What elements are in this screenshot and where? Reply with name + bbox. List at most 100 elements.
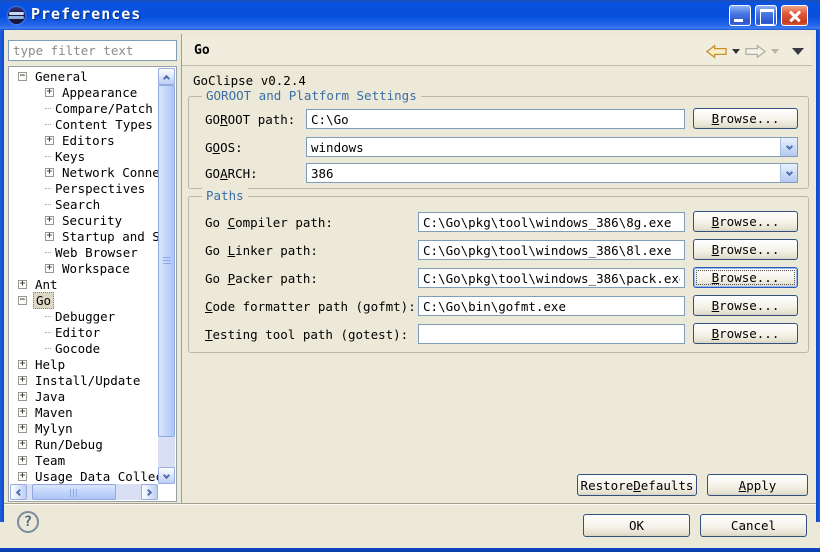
go-linker-browse-button[interactable]: Browse... xyxy=(693,239,798,260)
tree-connector xyxy=(45,108,51,109)
tree-item-ant[interactable]: +Ant xyxy=(10,276,158,292)
ok-button[interactable]: OK xyxy=(583,514,690,537)
tree-item-maven[interactable]: +Maven xyxy=(10,404,158,420)
back-arrow-icon[interactable] xyxy=(706,44,727,59)
tree-item-compare-patch[interactable]: Compare/Patch xyxy=(10,100,158,116)
horizontal-scroll-thumb[interactable] xyxy=(32,484,116,500)
title-bar[interactable]: Preferences xyxy=(0,0,820,30)
tree-item-startup-and-shu[interactable]: +Startup and Shu xyxy=(10,228,158,244)
tree-item-team[interactable]: +Team xyxy=(10,452,158,468)
tree-item-appearance[interactable]: +Appearance xyxy=(10,84,158,100)
tree-item-label: Java xyxy=(33,389,67,404)
expand-icon[interactable]: + xyxy=(45,168,54,177)
tree-item-content-types[interactable]: Content Types xyxy=(10,116,158,132)
expand-icon[interactable]: + xyxy=(18,440,27,449)
chevron-down-icon[interactable] xyxy=(780,138,797,156)
expand-icon[interactable]: + xyxy=(18,392,27,401)
expand-icon[interactable]: + xyxy=(18,424,27,433)
collapse-icon[interactable]: − xyxy=(18,296,27,305)
tree-item-mylyn[interactable]: +Mylyn xyxy=(10,420,158,436)
vertical-scroll-thumb[interactable] xyxy=(158,85,175,437)
tree-item-label: Editors xyxy=(60,133,117,148)
tree-item-label: Keys xyxy=(53,149,87,164)
scroll-down-icon[interactable] xyxy=(158,467,175,484)
back-menu-icon[interactable] xyxy=(732,49,740,54)
tree-item-label: Help xyxy=(33,357,67,372)
minimize-button[interactable] xyxy=(729,5,751,26)
window-border-right xyxy=(816,0,820,522)
go-linker-path-input[interactable] xyxy=(418,240,685,260)
tree-item-go[interactable]: −Go xyxy=(10,292,158,308)
go-compiler-path-input[interactable] xyxy=(418,212,685,232)
expand-icon[interactable]: + xyxy=(45,136,54,145)
tree-item-label: Usage Data Collect xyxy=(33,469,158,484)
tree-item-install-update[interactable]: +Install/Update xyxy=(10,372,158,388)
preference-page-go: GoClipse v0.2.4 GOROOT and Platform Sett… xyxy=(183,67,812,503)
maximize-button[interactable] xyxy=(755,5,777,26)
expand-icon[interactable]: + xyxy=(18,280,27,289)
tree-connector xyxy=(45,332,51,333)
go-packer-path-input[interactable] xyxy=(418,268,685,288)
tree-item-web-browser[interactable]: Web Browser xyxy=(10,244,158,260)
tree-item-editors[interactable]: + Editors xyxy=(10,132,158,148)
restore-defaults-button[interactable]: Restore Defaults xyxy=(577,474,697,496)
scroll-up-icon[interactable] xyxy=(158,68,175,85)
goos-select[interactable]: windows xyxy=(306,137,798,157)
close-button[interactable] xyxy=(781,5,808,26)
tree-item-search[interactable]: Search xyxy=(10,196,158,212)
code-formatter-path-input[interactable] xyxy=(418,296,685,316)
expand-icon[interactable]: + xyxy=(18,360,27,369)
expand-icon[interactable]: + xyxy=(45,216,54,225)
tree-connector xyxy=(45,188,51,189)
tree-item-security[interactable]: +Security xyxy=(10,212,158,228)
goclipse-version-label: GoClipse v0.2.4 xyxy=(193,73,306,88)
tree-item-workspace[interactable]: +Workspace xyxy=(10,260,158,276)
tree-item-run-debug[interactable]: +Run/Debug xyxy=(10,436,158,452)
goroot-path-input[interactable] xyxy=(306,109,685,129)
scroll-right-icon[interactable] xyxy=(141,484,158,500)
panel-divider[interactable] xyxy=(181,34,182,503)
tree-item-usage-data-collect[interactable]: + Usage Data Collect xyxy=(10,468,158,484)
filter-input[interactable] xyxy=(8,40,177,61)
help-button[interactable]: ? xyxy=(17,511,39,533)
scroll-left-icon[interactable] xyxy=(10,484,27,500)
goroot-browse-button[interactable]: Browse... xyxy=(693,108,798,129)
go-packer-browse-button[interactable]: Browse... xyxy=(693,267,798,288)
apply-button[interactable]: Apply xyxy=(707,474,808,496)
forward-arrow-icon[interactable] xyxy=(745,44,766,59)
tree-item-label: Search xyxy=(53,197,102,212)
goos-selected-value: windows xyxy=(307,140,780,155)
expand-icon[interactable]: + xyxy=(45,264,54,273)
expand-icon[interactable]: + xyxy=(45,232,54,241)
group-title: GOROOT and Platform Settings xyxy=(202,88,421,103)
tree-item-general[interactable]: −General xyxy=(10,68,158,84)
testing-tool-path-input[interactable] xyxy=(418,324,685,344)
goarch-select[interactable]: 386 xyxy=(306,163,798,183)
expand-icon[interactable]: + xyxy=(18,472,27,481)
tree-item-help[interactable]: + Help xyxy=(10,356,158,372)
expand-icon[interactable]: + xyxy=(18,456,27,465)
goroot-settings-group: GOROOT and Platform Settings GOROOT path… xyxy=(188,96,809,189)
expand-icon[interactable]: + xyxy=(45,88,54,97)
expand-icon[interactable]: + xyxy=(18,408,27,417)
forward-menu-icon[interactable] xyxy=(771,49,779,54)
tree-item-network-connect[interactable]: +Network Connect xyxy=(10,164,158,180)
collapse-icon[interactable]: − xyxy=(18,72,27,81)
tree-item-perspectives[interactable]: Perspectives xyxy=(10,180,158,196)
testing-tool-browse-button[interactable]: Browse... xyxy=(693,323,798,344)
chevron-down-icon[interactable] xyxy=(780,164,797,182)
cancel-button[interactable]: Cancel xyxy=(700,514,807,537)
tree-vertical-scrollbar[interactable] xyxy=(158,68,175,484)
preferences-tree[interactable]: −General+AppearanceCompare/PatchContent … xyxy=(8,66,177,502)
tree-item-gocode[interactable]: Gocode xyxy=(10,340,158,356)
tree-item-keys[interactable]: Keys xyxy=(10,148,158,164)
tree-item-debugger[interactable]: Debugger xyxy=(10,308,158,324)
tree-item-editor[interactable]: Editor xyxy=(10,324,158,340)
code-formatter-browse-button[interactable]: Browse... xyxy=(693,295,798,316)
expand-icon[interactable]: + xyxy=(18,376,27,385)
view-menu-icon[interactable] xyxy=(792,48,804,55)
tree-item-java[interactable]: + Java xyxy=(10,388,158,404)
tree-item-label: Go xyxy=(33,292,54,309)
tree-horizontal-scrollbar[interactable] xyxy=(10,484,158,500)
go-compiler-browse-button[interactable]: Browse... xyxy=(693,211,798,232)
